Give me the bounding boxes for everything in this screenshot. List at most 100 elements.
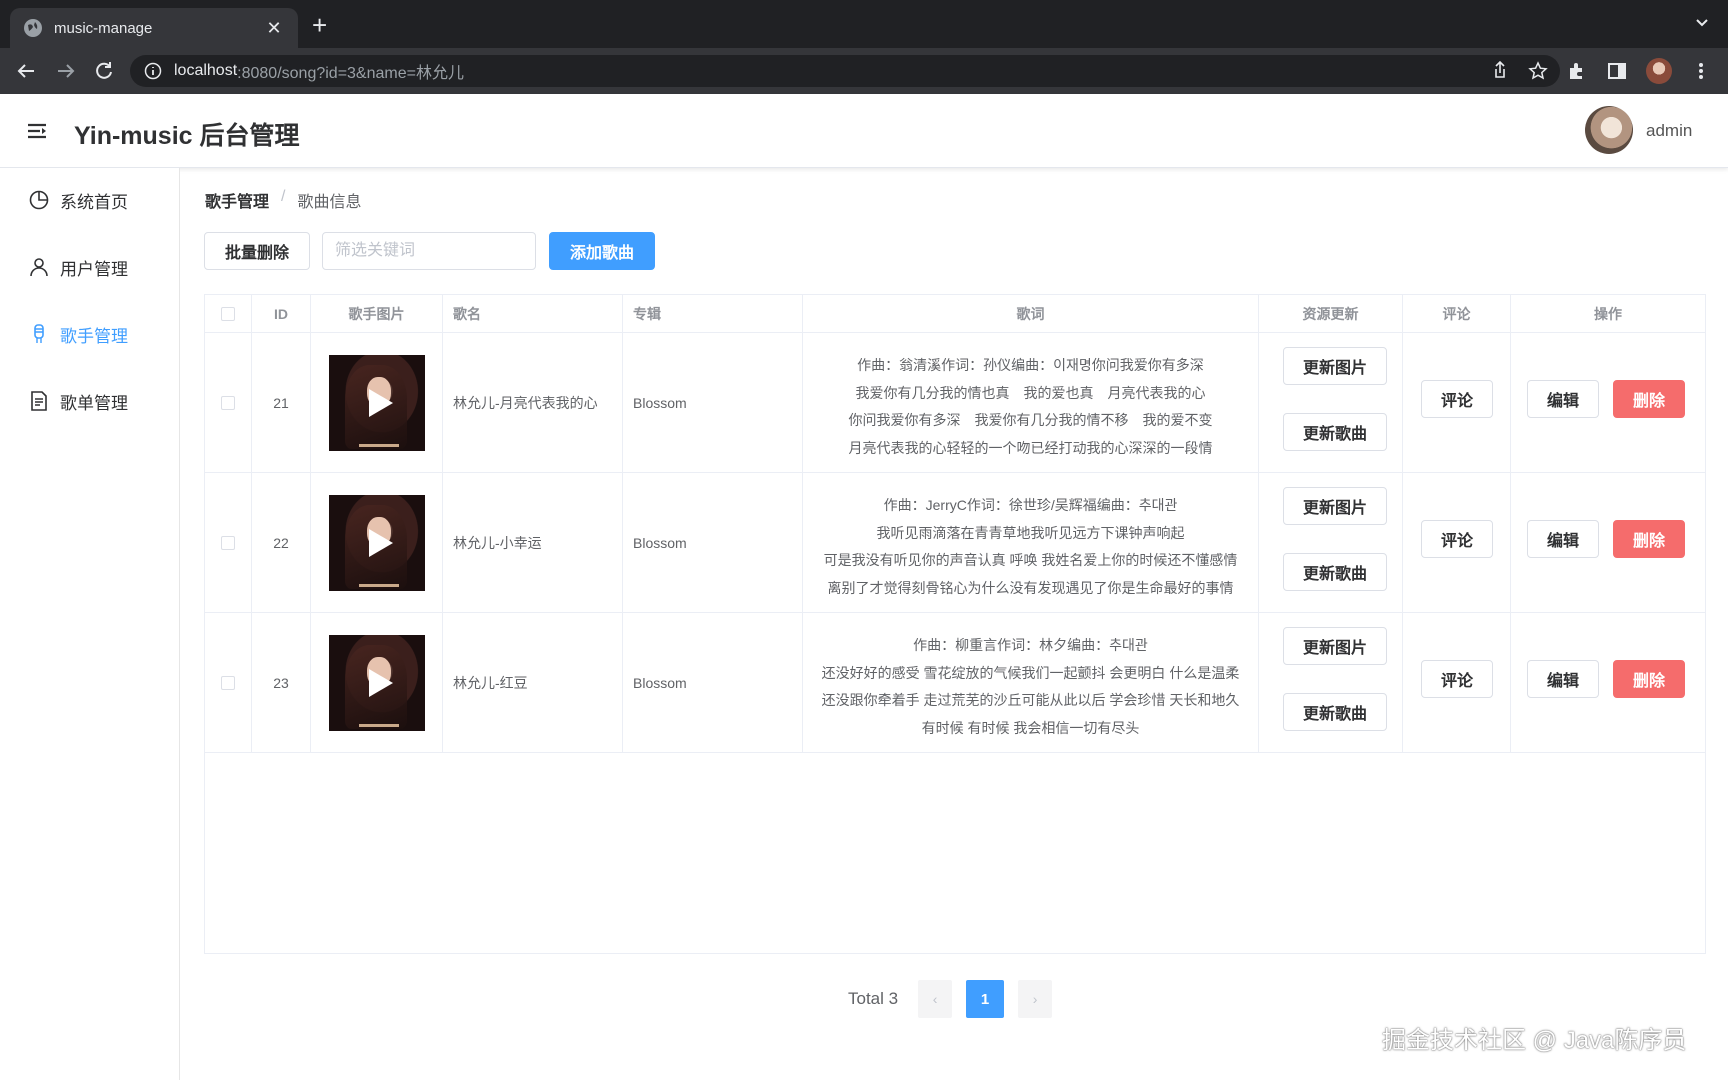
edit-button[interactable]: 编辑 (1527, 520, 1599, 558)
delete-button[interactable]: 删除 (1613, 520, 1685, 558)
play-icon[interactable] (368, 669, 393, 697)
avatar[interactable] (1585, 106, 1633, 154)
resource-cell: 更新图片 更新歌曲 (1259, 613, 1403, 753)
song-lyrics: 作曲：JerryC作词：徐世珍/吴辉福编曲：추대관 我听见雨滴落在青青草地我听见… (803, 473, 1259, 613)
song-cover-image[interactable] (328, 495, 425, 591)
lyric-line: 有时候 有时候 我会相信一切有尽头 (921, 719, 1140, 736)
username[interactable]: admin (1646, 121, 1692, 141)
play-icon[interactable] (368, 389, 393, 417)
row-checkbox[interactable] (221, 396, 235, 410)
header-comment: 评论 (1403, 295, 1511, 333)
extensions-icon[interactable] (1566, 60, 1588, 82)
delete-button[interactable]: 删除 (1613, 380, 1685, 418)
play-icon[interactable] (368, 529, 393, 557)
update-image-button[interactable]: 更新图片 (1283, 627, 1387, 665)
star-icon[interactable] (1528, 61, 1548, 81)
browser-tab[interactable]: music-manage ✕ (10, 8, 298, 48)
page-number-button[interactable]: 1 (966, 980, 1005, 1018)
comment-button[interactable]: 评论 (1421, 380, 1493, 418)
song-cover-image[interactable] (328, 355, 425, 451)
side-panel-icon[interactable] (1606, 60, 1628, 82)
songs-table: ID 歌手图片 歌名 专辑 歌词 资源更新 评论 操作 21 林允儿-月亮代表我… (204, 294, 1706, 954)
watermark: 掘金技术社区 @ Java陈序员 (1382, 1027, 1687, 1054)
song-album: Blossom (623, 333, 803, 473)
comment-button[interactable]: 评论 (1421, 520, 1493, 558)
close-tab-icon[interactable]: ✕ (264, 18, 284, 39)
update-image-button[interactable]: 更新图片 (1283, 347, 1387, 385)
sidebar-item-label: 歌手管理 (60, 326, 128, 346)
hamburger-menu-icon[interactable] (26, 120, 48, 142)
song-cover-cell (311, 473, 443, 613)
breadcrumb-current: 歌曲信息 (297, 194, 362, 211)
app-header: Yin-music 后台管理 admin (0, 94, 1728, 168)
select-all-checkbox[interactable] (221, 307, 235, 321)
row-checkbox-cell (205, 613, 252, 753)
song-name: 林允儿-小幸运 (443, 473, 623, 613)
comment-button[interactable]: 评论 (1421, 660, 1493, 698)
next-page-button[interactable]: › (1018, 980, 1053, 1018)
lyric-line: 月亮代表我的心轻轻的一个吻已经打动我的心深深的一段情 (848, 439, 1213, 456)
update-song-button[interactable]: 更新歌曲 (1283, 693, 1387, 731)
pagination: Total 3 ‹ 1 › (848, 980, 1066, 1018)
user-icon (30, 258, 48, 277)
forward-arrow-icon[interactable] (54, 59, 78, 83)
sidebar-item-users[interactable]: 用户管理 (0, 239, 179, 295)
info-icon[interactable] (144, 62, 162, 80)
update-image-button[interactable]: 更新图片 (1283, 487, 1387, 525)
song-id: 21 (252, 333, 311, 473)
resource-cell: 更新图片 更新歌曲 (1259, 333, 1403, 473)
microphone-icon (34, 324, 44, 343)
breadcrumb-singers[interactable]: 歌手管理 (205, 188, 269, 212)
tab-title: music-manage (54, 19, 153, 37)
sidebar-item-playlists[interactable]: 歌单管理 (0, 373, 179, 429)
header-album: 专辑 (623, 295, 803, 333)
song-cover-image[interactable] (328, 635, 425, 731)
row-checkbox[interactable] (221, 676, 235, 690)
sidebar-item-home[interactable]: 系统首页 (0, 172, 179, 228)
pagination-total: Total 3 (848, 989, 899, 1008)
reload-icon[interactable] (92, 59, 116, 83)
sidebar-item-singers[interactable]: 歌手管理 (0, 306, 179, 362)
profile-avatar[interactable] (1646, 58, 1672, 84)
edit-button[interactable]: 编辑 (1527, 380, 1599, 418)
sidebar: 系统首页 用户管理 歌手管理 歌单管理 (0, 168, 180, 1080)
song-cover-cell (311, 613, 443, 753)
sidebar-item-label: 歌单管理 (60, 393, 128, 413)
resource-cell: 更新图片 更新歌曲 (1259, 473, 1403, 613)
song-lyrics: 作曲：翁清溪作词：孙仪编曲：이재명你问我爱你有多深 我爱你有几分我的情也真 我的… (803, 333, 1259, 473)
header-name: 歌名 (443, 295, 623, 333)
header-image: 歌手图片 (311, 295, 443, 333)
lyric-line: 还没跟你牵着手 走过荒芜的沙丘可能从此以后 学会珍惜 天长和地久 (821, 692, 1240, 708)
globe-icon (24, 19, 42, 37)
search-input[interactable] (322, 232, 536, 270)
back-arrow-icon[interactable] (14, 59, 38, 83)
url-path: :8080/song?id=3&name=林允儿 (237, 65, 464, 82)
edit-button[interactable]: 编辑 (1527, 660, 1599, 698)
action-cell: 编辑 删除 (1511, 613, 1705, 753)
chevron-down-icon[interactable] (1694, 14, 1710, 30)
lyric-line: 作曲：JerryC作词：徐世珍/吴辉福编曲：추대관 (883, 497, 1178, 513)
prev-page-button[interactable]: ‹ (918, 980, 953, 1018)
lyric-line: 我听见雨滴落在青青草地我听见远方下课钟声响起 (876, 524, 1185, 541)
app-title: Yin-music 后台管理 (74, 122, 300, 150)
lyric-line: 还没好好的感受 雪花绽放的气候我们一起颤抖 会更明白 什么是温柔 (821, 664, 1240, 681)
breadcrumb-separator: / (281, 188, 286, 205)
delete-button[interactable]: 删除 (1613, 660, 1685, 698)
header-checkbox-cell (205, 295, 252, 333)
update-song-button[interactable]: 更新歌曲 (1283, 553, 1387, 591)
header-resource: 资源更新 (1259, 295, 1403, 333)
row-checkbox[interactable] (221, 536, 235, 550)
table-row: 22 林允儿-小幸运 Blossom 作曲：JerryC作词：徐世珍/吴辉福编曲… (205, 473, 1705, 613)
new-tab-icon[interactable]: + (312, 12, 327, 38)
pie-chart-icon (29, 190, 49, 210)
lyric-line: 你问我爱你有多深 我爱你有几分我的情不移 我的爱不变 (848, 412, 1213, 428)
kebab-menu-icon[interactable] (1690, 60, 1712, 82)
share-icon[interactable] (1490, 61, 1510, 81)
address-bar[interactable]: localhost:8080/song?id=3&name=林允儿 (130, 55, 1560, 87)
comment-cell: 评论 (1403, 333, 1511, 473)
comment-cell: 评论 (1403, 613, 1511, 753)
lyric-line: 离别了才觉得刻骨铭心为什么没有发现遇见了你是生命最好的事情 (827, 579, 1234, 596)
batch-delete-button[interactable]: 批量删除 (204, 232, 310, 270)
update-song-button[interactable]: 更新歌曲 (1283, 413, 1387, 451)
add-song-button[interactable]: 添加歌曲 (549, 232, 655, 270)
